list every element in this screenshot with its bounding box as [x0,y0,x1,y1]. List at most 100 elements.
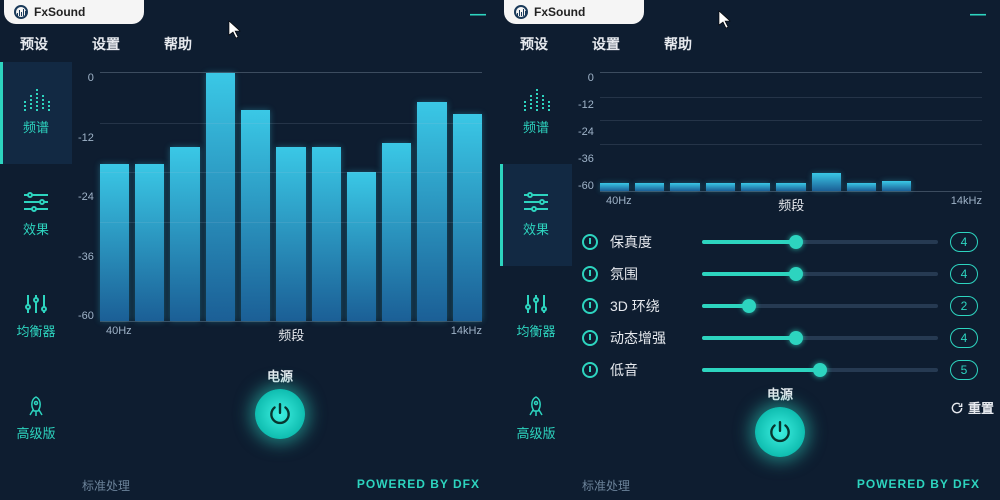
tab-equalizer[interactable]: 均衡器 [0,266,72,368]
minimize-button[interactable]: — [970,6,986,24]
effect-row: 保真度4 [582,232,978,252]
effect-slider[interactable] [702,368,938,372]
minimize-button[interactable]: — [470,6,486,24]
spectrum-bar [100,164,129,321]
spectrum-bar [453,114,482,321]
tab-equalizer[interactable]: 均衡器 [500,266,572,368]
effect-value: 2 [950,296,978,316]
effect-label: 动态增强 [610,328,690,348]
refresh-icon [950,401,964,415]
brand-name: FxSound [34,5,85,19]
sidebar: 频谱 效果 均衡器 高级版 [500,62,572,469]
window-spectrum: FxSound — 预设 设置 帮助 频谱 效果 均衡器 高级版 [0,0,500,500]
sliders-icon [522,191,550,213]
effect-slider[interactable] [702,272,938,276]
footer: 标准处理 POWERED BY DFX [500,469,1000,500]
x-max: 14kHz [951,195,982,214]
effect-slider[interactable] [702,304,938,308]
spectrum-icon [22,89,50,111]
menu-presets[interactable]: 预设 [520,34,548,54]
effect-power-toggle[interactable] [582,298,598,314]
status-text: 标准处理 [82,477,130,494]
tab-equalizer-label: 均衡器 [16,321,55,340]
main-effects: 0 -12 -24 -36 -60 40Hz 频段 14kHz 保真度4 氛围 4 3… [572,62,1000,469]
tab-effects-label: 效果 [23,219,49,238]
power-icon [267,401,293,427]
effect-power-toggle[interactable] [582,266,598,282]
tab-pro[interactable]: 高级版 [500,367,572,469]
menu-help[interactable]: 帮助 [164,34,192,54]
effect-value: 4 [950,264,978,284]
spectrum-bar [170,147,199,321]
tab-pro-label: 高级版 [16,423,55,442]
effect-label: 氛围 [610,264,690,284]
tab-spectrum-label: 频谱 [523,117,549,136]
spectrum-bar [670,183,699,191]
window-effects: FxSound — 预设 设置 帮助 频谱 效果 均衡器 高级版 [500,0,1000,500]
titlebar[interactable]: FxSound [504,0,644,24]
tab-spectrum[interactable]: 频谱 [0,62,72,164]
y-axis-labels: 0 -12 -24 -36 -60 [78,72,100,322]
x-axis: 40Hz 频段 14kHz [578,192,982,214]
menu-help[interactable]: 帮助 [664,34,692,54]
menu-presets[interactable]: 预设 [20,34,48,54]
effects-list: 保真度4 氛围 4 3D 环绕 2 动态增强 4 低音5 [578,232,982,380]
spectrum-bar [417,102,446,321]
menu-settings[interactable]: 设置 [592,34,620,54]
effect-row: 动态增强 4 [582,328,978,348]
effect-value: 4 [950,328,978,348]
tab-equalizer-label: 均衡器 [516,321,555,340]
effect-power-toggle[interactable] [582,362,598,378]
effect-power-toggle[interactable] [582,330,598,346]
main-spectrum: 0 -12 -24 -36 -60 40Hz 频段 14kHz 电源 [72,62,500,469]
menu-settings[interactable]: 设置 [92,34,120,54]
spectrum-bar [741,183,770,191]
tab-spectrum-label: 频谱 [23,117,49,136]
tab-effects[interactable]: 效果 [0,164,72,266]
effect-label: 低音 [610,360,690,380]
spectrum-icon [522,89,550,111]
tab-effects[interactable]: 效果 [500,164,572,266]
power-button[interactable] [755,407,805,457]
rocket-icon [522,395,550,417]
y-axis-labels: 0 -12 -24 -36 -60 [578,72,600,192]
effect-slider[interactable] [702,336,938,340]
power-label: 电源 [267,366,293,385]
sidebar: 频谱 效果 均衡器 高级版 [0,62,72,469]
spectrum-chart-mini [600,72,982,192]
menubar: 预设 设置 帮助 [500,24,1000,62]
effect-row: 低音5 [582,360,978,380]
reset-button[interactable]: 重置 [950,398,994,417]
power-button[interactable] [255,389,305,439]
spectrum-bar [706,183,735,191]
titlebar[interactable]: FxSound [4,0,144,24]
spectrum-bar [635,183,664,191]
sliders-icon [22,191,50,213]
footer-brand: POWERED BY DFX [857,477,980,494]
tab-pro[interactable]: 高级版 [0,367,72,469]
spectrum-bar [276,147,305,321]
tab-pro-label: 高级版 [516,423,555,442]
spectrum-bar [847,183,876,191]
logo-icon [514,5,528,19]
effect-value: 4 [950,232,978,252]
effect-row: 3D 环绕 2 [582,296,978,316]
x-min: 40Hz [606,195,632,214]
power-label: 电源 [767,384,793,403]
reset-label: 重置 [968,398,994,417]
tab-spectrum[interactable]: 频谱 [500,62,572,164]
footer-brand: POWERED BY DFX [357,477,480,494]
effect-power-toggle[interactable] [582,234,598,250]
x-caption: 频段 [278,325,304,344]
spectrum-bar [812,173,841,191]
spectrum-bar [135,164,164,321]
spectrum-bar [776,183,805,191]
rocket-icon [22,395,50,417]
spectrum-bar [882,181,911,191]
effect-slider[interactable] [702,240,938,244]
spectrum-bar [241,110,270,321]
spectrum-bar [347,172,376,321]
effect-label: 3D 环绕 [610,296,690,316]
effect-row: 氛围 4 [582,264,978,284]
spectrum-bar [382,143,411,321]
